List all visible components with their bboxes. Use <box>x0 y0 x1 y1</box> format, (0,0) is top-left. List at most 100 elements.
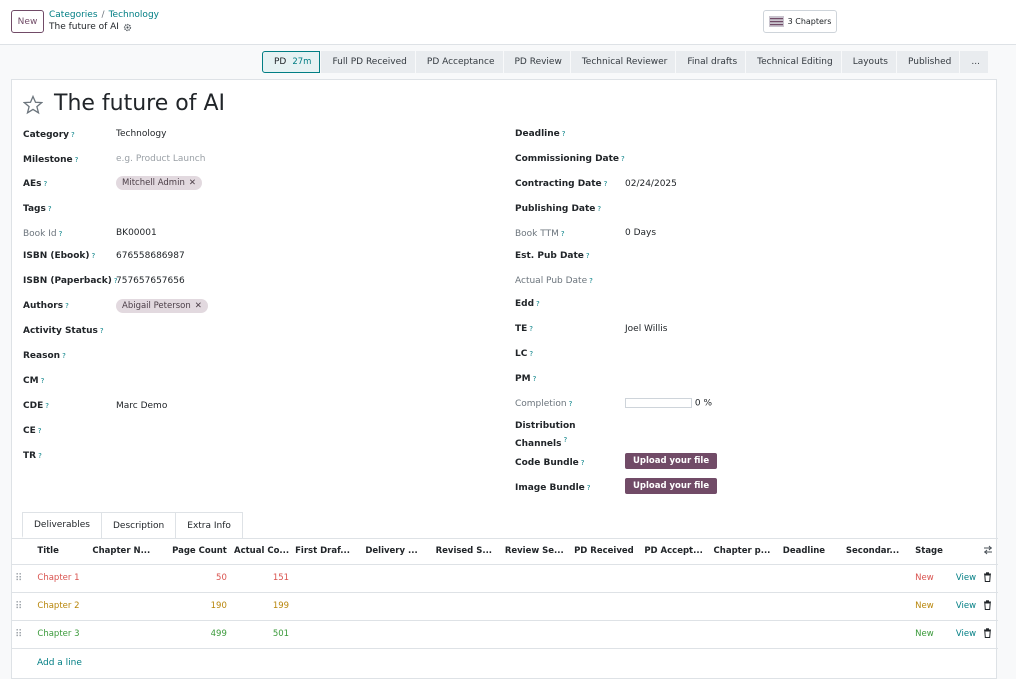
stage-pd-acceptance[interactable]: PD Acceptance <box>415 51 503 73</box>
column-secondary[interactable]: Secondar... <box>842 539 913 565</box>
authors-field[interactable]: Abigail Peterson ✕ <box>116 299 208 313</box>
stage-full-pd-received[interactable]: Full PD Received <box>321 51 415 73</box>
completion-value: 0 % <box>694 398 713 409</box>
label-reason: Reason <box>23 351 61 361</box>
label-commissioning-date: Commissioning Date <box>515 154 620 164</box>
table-row[interactable]: ⠿ Chapter 1 50 151 New View <box>12 564 998 593</box>
column-revised[interactable]: Revised S... <box>432 539 502 565</box>
actual-count[interactable]: 501 <box>229 620 293 649</box>
drag-handle-icon[interactable]: ⠿ <box>12 620 35 649</box>
stage-final-drafts[interactable]: Final drafts <box>676 51 746 73</box>
column-page-count[interactable]: Page Count <box>160 539 230 565</box>
stage-layouts[interactable]: Layouts <box>841 51 896 73</box>
optional-columns-toggle[interactable] <box>979 539 998 565</box>
chapter-title[interactable]: Chapter 3 <box>34 620 90 649</box>
delete-row[interactable] <box>979 564 998 593</box>
stage-value[interactable]: New <box>912 564 953 593</box>
stage-statusbar: PD 27m Full PD Received PD Acceptance PD … <box>262 51 989 73</box>
breadcrumb-technology[interactable]: Technology <box>109 10 159 20</box>
label-aes: AEs <box>23 179 42 189</box>
breadcrumb-categories[interactable]: Categories <box>49 10 98 20</box>
aes-field[interactable]: Mitchell Admin ✕ <box>116 176 202 190</box>
stage-pd[interactable]: PD 27m <box>262 51 321 73</box>
completion-field: 0 % <box>625 398 712 409</box>
label-authors: Authors <box>23 301 64 311</box>
field-completion: Completion? <box>515 399 573 409</box>
column-chapter-number[interactable]: Chapter N... <box>89 539 161 565</box>
stage-published[interactable]: Published <box>897 51 960 73</box>
field-ce: CE? <box>23 426 42 436</box>
new-button[interactable]: New <box>11 10 44 33</box>
milestone-input[interactable]: e.g. Product Launch <box>116 154 205 164</box>
chapter-title[interactable]: Chapter 2 <box>34 592 90 621</box>
trash-icon <box>983 627 991 638</box>
tab-extra-info[interactable]: Extra Info <box>175 512 243 538</box>
column-delivery[interactable]: Delivery ... <box>362 539 433 565</box>
stage-technical-editing[interactable]: Technical Editing <box>746 51 841 73</box>
tab-description[interactable]: Description <box>101 512 177 538</box>
stage-more[interactable]: ... <box>960 51 988 73</box>
star-icon[interactable] <box>23 95 43 115</box>
chapters-smart-button[interactable]: 3 Chapters <box>763 10 837 33</box>
column-chapter-p[interactable]: Chapter p... <box>710 539 780 565</box>
upload-code-bundle-button[interactable]: Upload your file <box>625 453 718 469</box>
column-pd-accept[interactable]: PD Accept... <box>641 539 711 565</box>
delete-row[interactable] <box>979 592 998 621</box>
column-title[interactable]: Title <box>34 539 90 565</box>
remove-tag-icon[interactable]: ✕ <box>189 178 196 188</box>
column-pd-received[interactable]: PD Received <box>571 539 642 565</box>
column-deadline[interactable]: Deadline <box>779 539 843 565</box>
stage-technical-reviewer[interactable]: Technical Reviewer <box>570 51 676 73</box>
column-review-sent[interactable]: Review Se... <box>501 539 572 565</box>
chapter-title[interactable]: Chapter 1 <box>34 564 90 593</box>
category-value[interactable]: Technology <box>116 129 166 139</box>
chapters-count: 3 Chapters <box>787 17 832 26</box>
view-button[interactable]: View <box>952 620 980 649</box>
field-isbn-paperback: ISBN (Paperback)? <box>23 276 118 286</box>
label-code-bundle: Code Bundle <box>515 458 579 468</box>
book-name[interactable]: The future of AI <box>54 91 225 116</box>
label-lc: LC <box>515 349 528 359</box>
tab-deliverables[interactable]: Deliverables <box>22 512 102 538</box>
field-activity-status: Activity Status? <box>23 326 104 336</box>
stage-value[interactable]: New <box>912 592 953 621</box>
image-bundle-upload: Upload your file <box>625 478 718 494</box>
column-stage[interactable]: Stage <box>912 539 953 565</box>
add-line-link[interactable]: Add a line <box>37 658 82 668</box>
actual-count[interactable]: 151 <box>229 564 293 593</box>
cde-value[interactable]: Marc Demo <box>116 401 167 411</box>
remove-tag-icon[interactable]: ✕ <box>195 301 202 311</box>
record-title: The future of AI <box>49 22 132 32</box>
label-completion: Completion <box>515 399 567 409</box>
view-button[interactable]: View <box>952 592 980 621</box>
actual-count[interactable]: 199 <box>229 592 293 621</box>
upload-image-bundle-button[interactable]: Upload your file <box>625 478 718 494</box>
control-panel: New Categories / Technology The future of … <box>0 0 1016 45</box>
field-book-id: Book Id? <box>23 229 63 239</box>
drag-handle-icon[interactable]: ⠿ <box>12 592 35 621</box>
gear-icon[interactable] <box>123 23 132 32</box>
column-first-draft[interactable]: First Draf... <box>292 539 363 565</box>
author-tag: Abigail Peterson ✕ <box>116 299 208 313</box>
isbn-ebook-value[interactable]: 676558686987 <box>116 251 185 261</box>
isbn-paperback-value[interactable]: 757657657656 <box>116 276 185 286</box>
field-pm: PM? <box>515 374 537 384</box>
stage-value[interactable]: New <box>912 620 953 649</box>
view-button[interactable]: View <box>952 564 980 593</box>
page-count[interactable]: 499 <box>160 620 230 649</box>
book-ttm-value: 0 Days <box>625 228 657 238</box>
table-row[interactable]: ⠿ Chapter 2 190 199 New View <box>12 592 998 621</box>
stage-pd-review[interactable]: PD Review <box>503 51 570 73</box>
page-count[interactable]: 190 <box>160 592 230 621</box>
column-actual-count[interactable]: Actual Co... <box>229 539 293 565</box>
stage-label: PD <box>274 57 287 67</box>
contracting-date-value[interactable]: 02/24/2025 <box>625 179 677 189</box>
te-value[interactable]: Joel Willis <box>625 324 667 334</box>
label-isbn-ebook: ISBN (Ebook) <box>23 251 90 261</box>
label-est-pub-date: Est. Pub Date <box>515 251 584 261</box>
field-tags: Tags? <box>23 204 52 214</box>
table-row[interactable]: ⠿ Chapter 3 499 501 New View <box>12 620 998 649</box>
delete-row[interactable] <box>979 620 998 649</box>
drag-handle-icon[interactable]: ⠿ <box>12 564 35 593</box>
page-count[interactable]: 50 <box>160 564 230 593</box>
